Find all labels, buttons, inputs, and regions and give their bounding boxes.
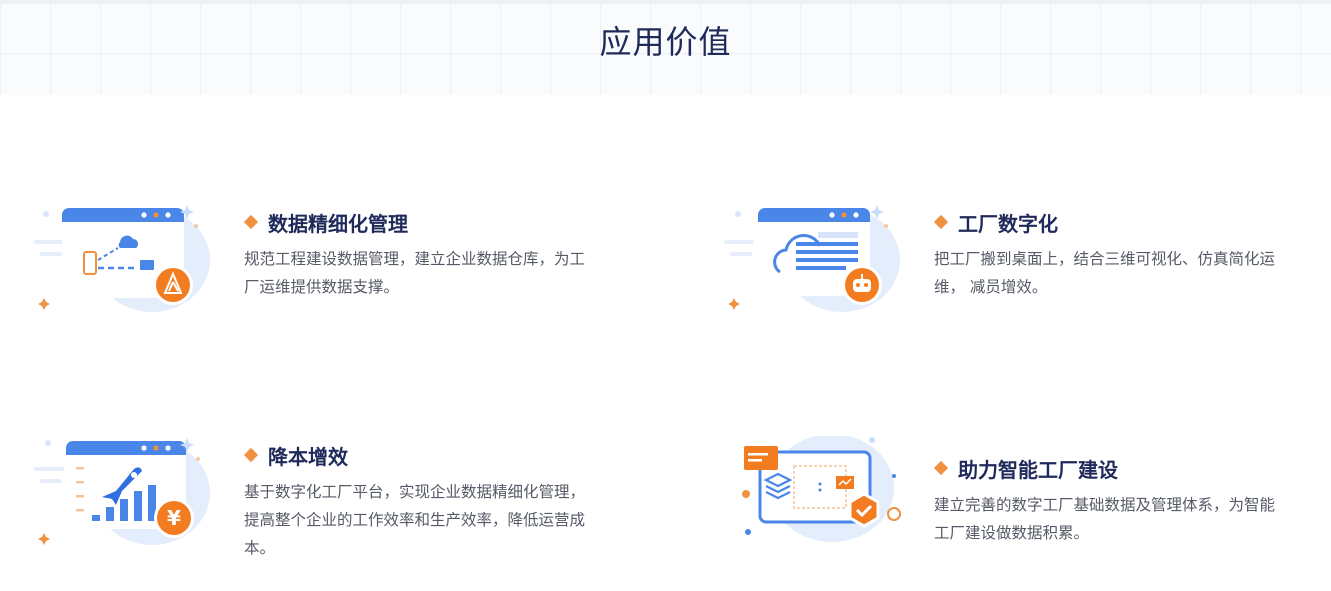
- card-description: 规范工程建设数据管理，建立企业数据仓库，为工厂运维提供数据支撑。: [244, 250, 586, 296]
- card-heading: 助力智能工厂建设: [933, 454, 1118, 482]
- diamond-bullet-icon: [933, 214, 949, 230]
- rocket-growth-icon: ¥: [34, 438, 210, 545]
- card-heading: 工厂数字化: [933, 208, 1058, 236]
- value-card-smart-factory: 助力智能工厂建设 建立完善的数字工厂基础数据及管理体系，为智能工厂建设做数据积累…: [722, 436, 1282, 576]
- card-heading: 数据精细化管理: [243, 208, 408, 236]
- card-title: 工厂数字化: [958, 211, 1058, 236]
- value-card-digital-factory: 工厂数字化 把工厂搬到桌面上，结合三维可视化、仿真简化运维， 减员增效。: [722, 190, 1282, 330]
- layers-check-icon: [742, 436, 901, 542]
- page: 应用价值 数据精细化管理 规范工程建设数据管理，建立企业数据仓库，为工厂运维提供…: [0, 0, 1331, 591]
- value-card-data-management: 数据精细化管理 规范工程建设数据管理，建立企业数据仓库，为工厂运维提供数据支撑。: [32, 190, 592, 330]
- card-description: 建立完善的数字工厂基础数据及管理体系，为智能工厂建设做数据积累。: [934, 496, 1276, 542]
- card-title: 降本增效: [268, 444, 348, 469]
- svg-text:¥: ¥: [167, 506, 181, 530]
- diamond-bullet-icon: [243, 214, 259, 230]
- card-description: 把工厂搬到桌面上，结合三维可视化、仿真简化运维， 减员增效。: [934, 250, 1276, 296]
- value-card-cost-reduction: ¥ 降本增效 基于数字化工厂平台，实现企业数据精细化管理，提高整个企业的工作效率…: [32, 423, 592, 563]
- section-title: 应用价值: [599, 23, 732, 61]
- cloud-robot-icon: [724, 205, 900, 312]
- card-heading: 降本增效: [243, 441, 348, 469]
- data-management-icon: [34, 205, 210, 312]
- card-title: 助力智能工厂建设: [958, 457, 1118, 482]
- diamond-bullet-icon: [933, 460, 949, 476]
- diamond-bullet-icon: [243, 447, 259, 463]
- card-description: 基于数字化工厂平台，实现企业数据精细化管理，提高整个企业的工作效率和生产效率，降…: [244, 483, 586, 557]
- card-title: 数据精细化管理: [268, 211, 408, 236]
- section-header: 应用价值: [0, 0, 1331, 95]
